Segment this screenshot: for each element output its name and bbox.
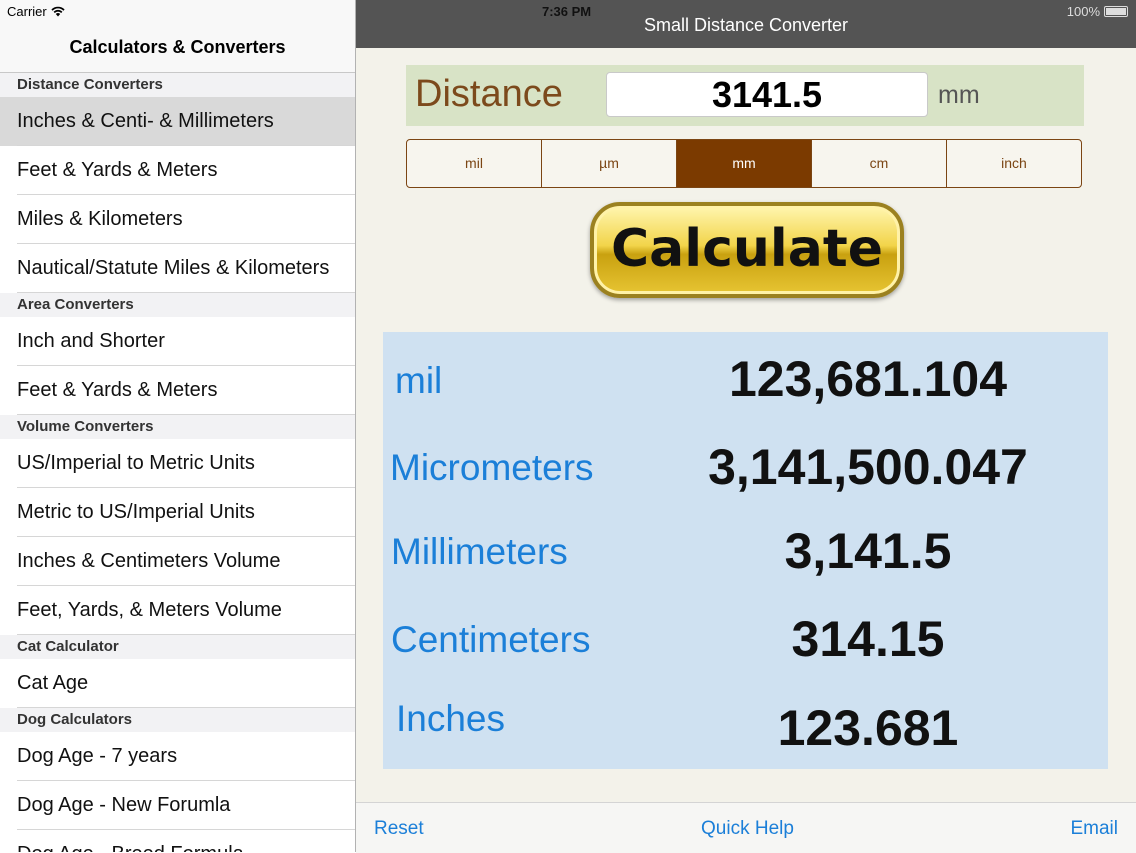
sidebar-item-inches-centi-milli[interactable]: Inches & Centi- & Millimeters [0, 97, 355, 146]
sidebar-item-us-to-metric[interactable]: US/Imperial to Metric Units [0, 439, 355, 488]
result-label-mil: mil [395, 360, 443, 401]
result-label-millimeters: Millimeters [391, 531, 568, 572]
reset-button[interactable]: Reset [374, 818, 424, 840]
sidebar-item-inch-shorter[interactable]: Inch and Shorter [0, 317, 355, 366]
quick-help-button[interactable]: Quick Help [701, 818, 794, 840]
result-value-centimeters: 314.15 [791, 611, 945, 667]
section-header-area: Area Converters [0, 293, 355, 317]
segment-millimeter[interactable]: mm [677, 140, 812, 187]
segment-mil[interactable]: mil [407, 140, 542, 187]
carrier-indicator: Carrier [7, 4, 65, 19]
unit-segmented-control: mil µm mm cm inch [406, 139, 1082, 188]
result-label-micrometers: Micrometers [390, 447, 594, 488]
sidebar-item-feet-yards-meters[interactable]: Feet & Yards & Meters [0, 146, 355, 195]
sidebar-item-area-feet-yards-meters[interactable]: Feet & Yards & Meters [0, 366, 355, 415]
sidebar-item-cat-age[interactable]: Cat Age [0, 659, 355, 708]
sidebar-item-metric-to-us[interactable]: Metric to US/Imperial Units [0, 488, 355, 537]
sidebar-item-inches-cm-volume[interactable]: Inches & Centimeters Volume [0, 537, 355, 586]
distance-unit: mm [938, 81, 980, 109]
battery-label: 100% [1066, 4, 1100, 19]
distance-input[interactable]: 3141.5 [606, 72, 928, 117]
main-panel: Small Distance Converter Distance 3141.5… [356, 0, 1136, 853]
sidebar-item-dog-age-7[interactable]: Dog Age - 7 years [0, 732, 355, 781]
section-header-distance: Distance Converters [0, 73, 355, 97]
status-time: 7:36 PM [542, 4, 592, 19]
results-panel: mil 123,681.104 Micrometers 3,141,500.04… [383, 332, 1108, 769]
result-label-inches: Inches [396, 698, 506, 739]
result-value-mil: 123,681.104 [728, 351, 1008, 407]
sidebar-item-dog-age-breed[interactable]: Dog Age - Breed Formula [0, 830, 355, 852]
carrier-label: Carrier [7, 4, 47, 19]
calculate-button[interactable]: Calculate [590, 202, 904, 298]
result-value-millimeters: 3,141.5 [784, 523, 952, 579]
segment-micrometer[interactable]: µm [542, 140, 677, 187]
result-label-centimeters: Centimeters [391, 619, 591, 660]
sidebar-item-feet-yards-meters-volume[interactable]: Feet, Yards, & Meters Volume [0, 586, 355, 635]
section-header-cat: Cat Calculator [0, 635, 355, 659]
distance-input-panel: Distance 3141.5 mm [406, 65, 1084, 126]
email-button[interactable]: Email [1070, 818, 1118, 840]
result-value-micrometers: 3,141,500.047 [708, 439, 1028, 495]
status-bar: Carrier 7:36 PM 100% [0, 0, 1136, 22]
sidebar-item-nautical-statute[interactable]: Nautical/Statute Miles & Kilometers [0, 244, 355, 293]
section-header-volume: Volume Converters [0, 415, 355, 439]
battery-indicator: 100% [1067, 4, 1128, 19]
section-header-dog: Dog Calculators [0, 708, 355, 732]
sidebar-item-miles-kilometers[interactable]: Miles & Kilometers [0, 195, 355, 244]
result-value-inches: 123.681 [777, 700, 959, 756]
bottom-toolbar: Reset Quick Help Email [356, 802, 1136, 853]
sidebar-title: Calculators & Converters [69, 37, 286, 57]
sidebar-item-dog-age-new[interactable]: Dog Age - New Forumla [0, 781, 355, 830]
sidebar: Calculators & Converters Distance Conver… [0, 0, 356, 852]
battery-icon [1104, 6, 1128, 17]
wifi-icon [51, 6, 65, 17]
distance-label: Distance [415, 73, 563, 115]
segment-inch[interactable]: inch [947, 140, 1081, 187]
segment-centimeter[interactable]: cm [812, 140, 947, 187]
